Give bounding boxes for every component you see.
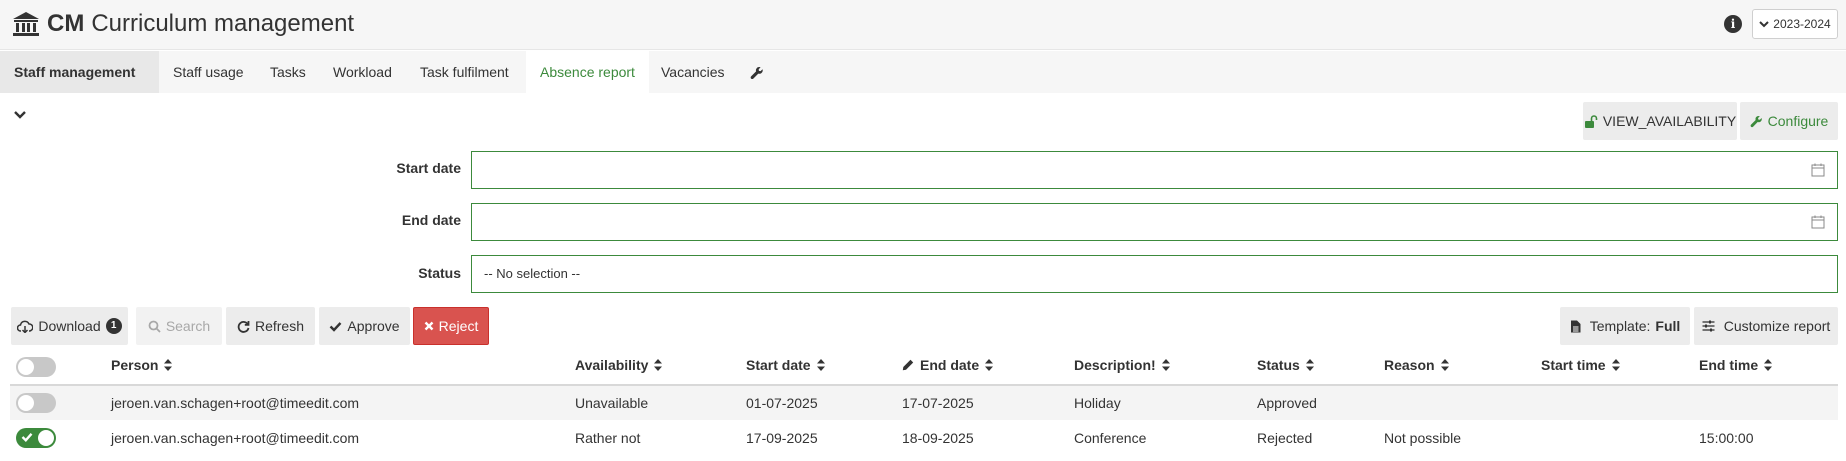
sort-icon [164, 359, 173, 371]
check-icon [21, 433, 33, 443]
cell-description: Holiday [1074, 395, 1121, 411]
sort-icon [654, 359, 663, 371]
tab-vacancies[interactable]: Vacancies [647, 51, 739, 93]
sliders-icon [1702, 320, 1715, 332]
close-icon [424, 321, 434, 331]
institution-icon [13, 12, 39, 36]
cell-description: Conference [1074, 430, 1147, 446]
calendar-icon[interactable] [1811, 215, 1825, 229]
wrench-icon [750, 67, 763, 80]
search-button[interactable]: Search [136, 307, 222, 345]
tab-tasks[interactable]: Tasks [256, 51, 320, 93]
tab-absence-report[interactable]: Absence report [526, 51, 649, 93]
column-header-end-date[interactable]: End date [902, 357, 994, 373]
refresh-button[interactable]: Refresh [226, 307, 315, 345]
chevron-down-icon [1759, 21, 1770, 28]
sort-icon [1764, 359, 1773, 371]
file-text-icon [1570, 320, 1581, 332]
table-row[interactable]: jeroen.van.schagen+root@timeedit.com Una… [10, 386, 1838, 420]
unlock-icon [1584, 114, 1598, 128]
tab-staff-management[interactable]: Staff management [0, 51, 159, 119]
cloud-download-icon [17, 320, 34, 333]
column-header-reason[interactable]: Reason [1384, 357, 1449, 373]
table-row[interactable]: jeroen.van.schagen+root@timeedit.com Rat… [10, 421, 1838, 455]
tab-workload[interactable]: Workload [319, 51, 406, 93]
wrench-icon [1750, 115, 1762, 127]
sort-icon [985, 359, 994, 371]
customize-report-button[interactable]: Customize report [1694, 307, 1838, 345]
download-button[interactable]: Download 1 [11, 307, 128, 345]
column-header-description[interactable]: Description! [1074, 357, 1170, 373]
sort-icon [1161, 359, 1170, 371]
pencil-icon [902, 359, 914, 371]
cell-end-date[interactable]: 18-09-2025 [902, 421, 974, 455]
chevron-down-icon [14, 111, 26, 119]
cell-person: jeroen.van.schagen+root@timeedit.com [111, 395, 360, 411]
main-tabs: Staff management Staff usage Tasks Workl… [0, 51, 1846, 119]
calendar-icon[interactable] [1811, 163, 1825, 177]
row-select-toggle[interactable] [16, 428, 56, 448]
app-title: CM Curriculum management [47, 10, 355, 37]
configure-button[interactable]: Configure [1740, 102, 1838, 140]
start-date-input[interactable] [471, 151, 1838, 189]
sort-icon [1305, 359, 1314, 371]
status-select[interactable]: -- No selection -- [471, 255, 1838, 293]
check-icon [330, 321, 342, 332]
column-header-status[interactable]: Status [1257, 357, 1314, 373]
cell-reason: Not possible [1384, 430, 1462, 446]
tab-settings[interactable] [736, 51, 778, 93]
refresh-icon [237, 320, 250, 333]
column-header-end-time[interactable]: End time [1699, 357, 1773, 373]
sort-icon [1440, 359, 1449, 371]
cell-status: Rejected [1257, 430, 1313, 446]
column-header-person[interactable]: Person [111, 357, 173, 373]
start-date-label: Start date [396, 160, 461, 176]
cell-start-date: 17-09-2025 [746, 430, 818, 446]
reject-button[interactable]: Reject [413, 307, 489, 345]
template-button[interactable]: Template: Full [1560, 307, 1690, 345]
select-all-toggle[interactable] [16, 357, 56, 377]
column-header-start-time[interactable]: Start time [1541, 357, 1620, 373]
end-date-input[interactable] [471, 203, 1838, 241]
column-header-availability[interactable]: Availability [575, 357, 663, 373]
info-icon[interactable]: i [1724, 15, 1742, 33]
cell-end-time: 15:00:00 [1699, 430, 1754, 446]
approve-button[interactable]: Approve [319, 307, 410, 345]
sort-icon [816, 359, 825, 371]
cell-end-date[interactable]: 17-07-2025 [902, 386, 974, 420]
year-select[interactable]: 2023-2024 [1752, 9, 1838, 39]
download-count-badge: 1 [105, 318, 122, 334]
cell-status: Approved [1257, 395, 1317, 411]
search-icon [148, 320, 161, 333]
column-header-start-date[interactable]: Start date [746, 357, 825, 373]
end-date-label: End date [401, 212, 461, 228]
tab-staff-usage[interactable]: Staff usage [159, 51, 258, 93]
sort-icon [1611, 359, 1620, 371]
cell-availability: Rather not [575, 430, 641, 446]
status-label: Status [418, 265, 461, 281]
cell-availability: Unavailable [575, 395, 649, 411]
view-availability-button[interactable]: VIEW_AVAILABILITY [1583, 102, 1737, 140]
tab-task-fulfilment[interactable]: Task fulfilment [406, 51, 523, 93]
row-select-toggle[interactable] [16, 393, 56, 413]
app-header: CM Curriculum management i 2023-2024 [0, 0, 1846, 50]
cell-person: jeroen.van.schagen+root@timeedit.com [111, 430, 360, 446]
cell-start-date: 01-07-2025 [746, 395, 818, 411]
